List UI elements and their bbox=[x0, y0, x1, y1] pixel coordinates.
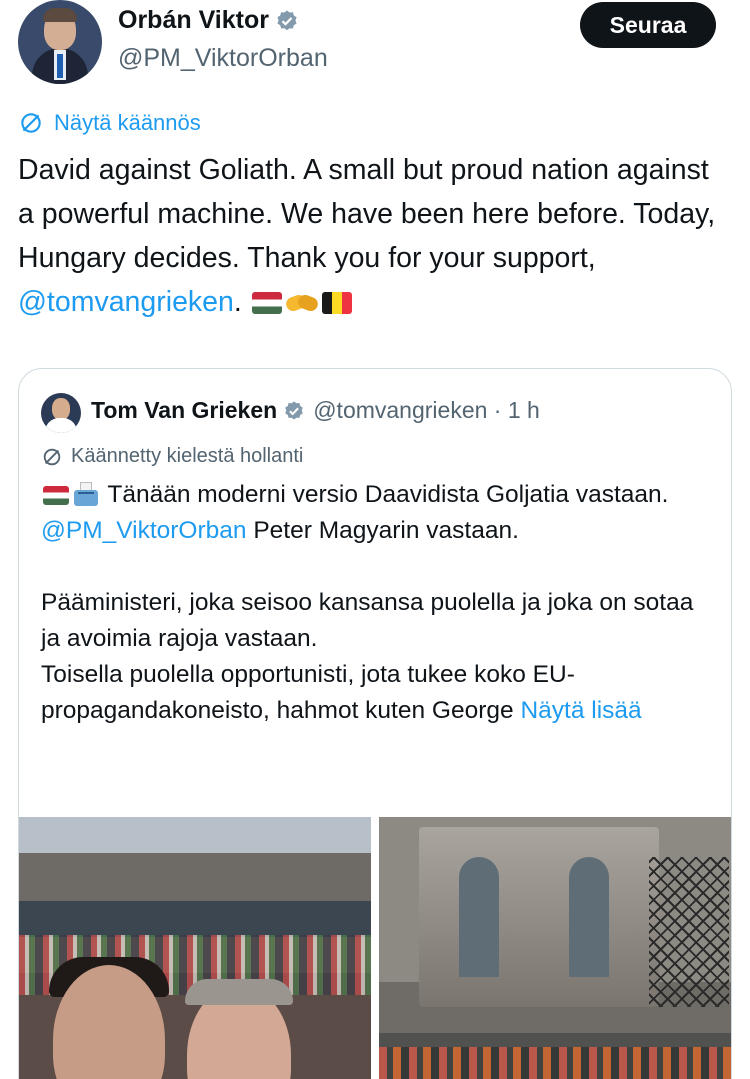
rally-church-photo[interactable] bbox=[379, 817, 731, 1079]
translate-icon bbox=[21, 113, 41, 133]
translated-from-label: Käännetty kielestä hollanti bbox=[71, 445, 304, 467]
handshake-emoji bbox=[283, 290, 320, 316]
ballot-box-emoji bbox=[73, 482, 99, 506]
quoted-mention-link[interactable]: @PM_ViktorOrban bbox=[41, 517, 247, 544]
author-display-name[interactable]: Orbán Viktor bbox=[118, 6, 269, 35]
quoted-text-part2: Peter Magyarin vastaan. Pääministeri, jo… bbox=[41, 517, 694, 724]
quoted-tweet[interactable]: Tom Van Grieken @tomvangrieken · 1 h Kää… bbox=[18, 368, 732, 1079]
show-translation-label: Näytä käännös bbox=[54, 110, 201, 135]
quoted-author-name[interactable]: Tom Van Grieken bbox=[91, 397, 277, 424]
author-avatar[interactable] bbox=[18, 0, 102, 84]
quoted-text-part1: Tänään moderni versio Daavidista Goljati… bbox=[101, 481, 676, 508]
tweet-end: . bbox=[233, 286, 242, 318]
quoted-author-avatar[interactable] bbox=[41, 393, 81, 433]
verified-badge-icon bbox=[283, 400, 305, 422]
tweet-text: David against Goliath. A small but proud… bbox=[18, 148, 730, 324]
belgium-flag-emoji bbox=[321, 292, 352, 314]
translated-from-note: Käännetty kielestä hollanti bbox=[41, 445, 303, 468]
tweet-header: Orbán Viktor @PM_ViktorOrban Seuraa bbox=[0, 0, 750, 100]
verified-badge-icon bbox=[275, 9, 299, 33]
follow-button[interactable]: Seuraa bbox=[580, 2, 716, 48]
quoted-author-handle-time: @tomvangrieken · 1 h bbox=[313, 397, 540, 423]
quoted-tweet-text: Tänään moderni versio Daavidista Goljati… bbox=[41, 477, 711, 729]
rally-selfie-photo[interactable] bbox=[19, 817, 371, 1079]
quoted-author-row: Tom Van Grieken @tomvangrieken · 1 h bbox=[91, 397, 540, 424]
show-more-link[interactable]: Näytä lisää bbox=[520, 697, 641, 724]
mention-link[interactable]: @tomvangrieken bbox=[18, 286, 234, 318]
author-name-row: Orbán Viktor bbox=[118, 6, 299, 35]
show-translation-link[interactable]: Näytä käännös bbox=[18, 110, 201, 136]
hungary-flag-emoji bbox=[43, 486, 69, 505]
tweet-body: David against Goliath. A small but proud… bbox=[18, 154, 716, 274]
author-handle[interactable]: @PM_ViktorOrban bbox=[118, 44, 328, 73]
quoted-media-grid bbox=[19, 817, 731, 1079]
hungary-flag-emoji bbox=[251, 292, 282, 314]
translate-icon bbox=[43, 448, 61, 465]
